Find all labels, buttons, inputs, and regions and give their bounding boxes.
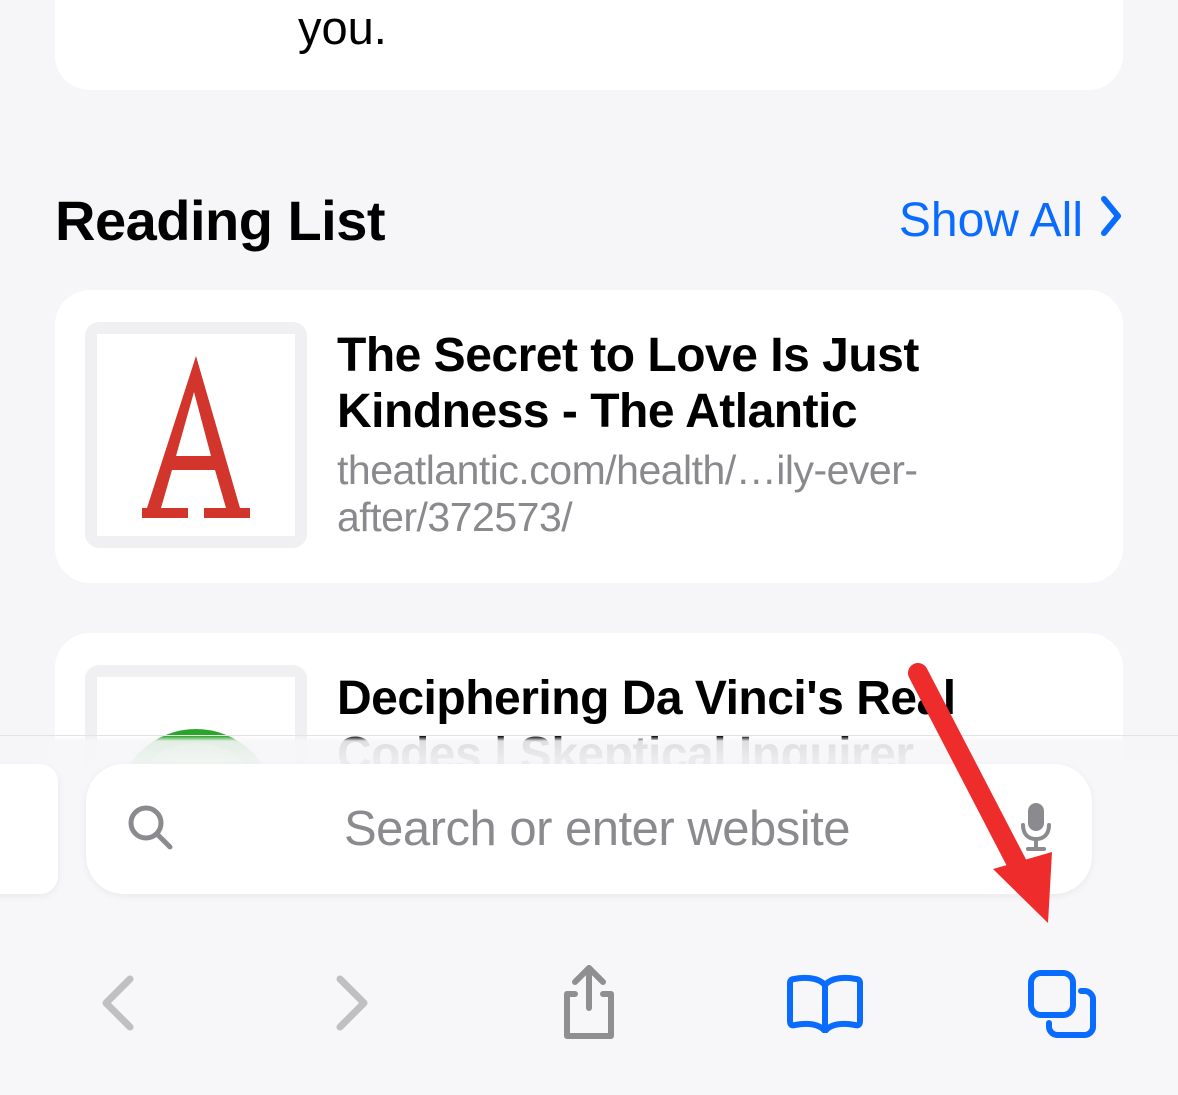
back-button[interactable] xyxy=(72,958,162,1048)
share-icon xyxy=(559,964,619,1042)
tabs-button[interactable] xyxy=(1016,958,1106,1048)
tab-peek-card[interactable] xyxy=(0,764,58,894)
address-bar-placeholder: Search or enter website xyxy=(174,801,1020,857)
tabs-icon xyxy=(1025,967,1097,1039)
microphone-icon[interactable] xyxy=(1020,801,1052,858)
previous-section-card-partial: you. xyxy=(55,0,1123,90)
bookmarks-button[interactable] xyxy=(780,958,870,1048)
forward-button[interactable] xyxy=(308,958,398,1048)
share-button[interactable] xyxy=(544,958,634,1048)
reading-list-item[interactable]: The Secret to Love Is Just Kindness - Th… xyxy=(55,290,1123,583)
address-bar[interactable]: Search or enter website xyxy=(86,764,1092,894)
show-all-button[interactable]: Show All xyxy=(899,193,1123,248)
search-icon xyxy=(126,803,174,856)
bottom-toolbar: Search or enter website xyxy=(0,735,1178,1095)
article-thumbnail xyxy=(85,322,307,548)
article-title: The Secret to Love Is Just Kindness - Th… xyxy=(337,328,1093,439)
atlantic-logo-icon xyxy=(142,350,250,520)
article-text: The Secret to Love Is Just Kindness - Th… xyxy=(337,322,1093,541)
reading-list-header: Reading List Show All xyxy=(55,188,1123,253)
navigation-toolbar xyxy=(0,953,1178,1053)
chevron-right-icon xyxy=(334,973,372,1033)
chevron-right-icon xyxy=(1101,193,1123,248)
reading-list-title: Reading List xyxy=(55,188,385,253)
article-url: theatlantic.com/health/…ily-ever-after/3… xyxy=(337,447,1093,541)
show-all-label: Show All xyxy=(899,193,1083,248)
book-icon xyxy=(784,973,866,1033)
chevron-left-icon xyxy=(98,973,136,1033)
previous-section-text-fragment: you. xyxy=(298,0,387,55)
